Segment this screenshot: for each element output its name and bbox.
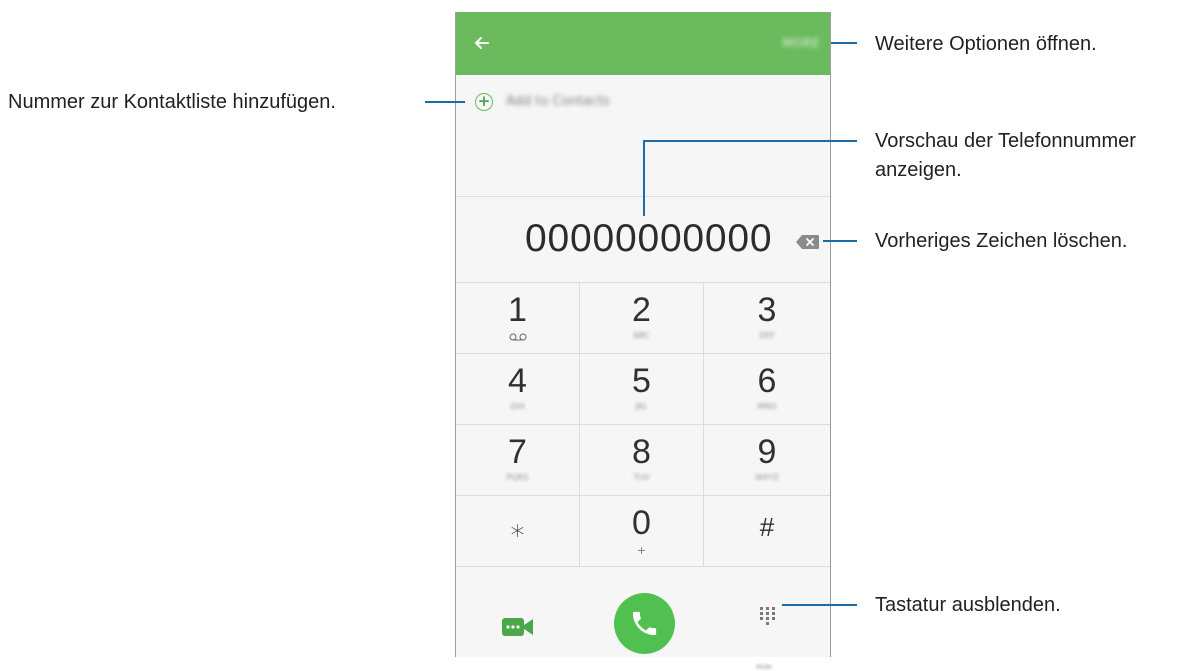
key-letters: GHI (510, 402, 525, 411)
backspace-icon[interactable] (795, 234, 820, 250)
callout-line (823, 240, 857, 242)
key-6[interactable]: 6 MNO (704, 354, 830, 425)
callout-line (425, 101, 465, 103)
key-letters: JKL (635, 402, 648, 411)
key-digit: 2 (632, 291, 651, 329)
key-letters: ABC (633, 331, 650, 340)
key-3[interactable]: 3 DEF (704, 283, 830, 354)
app-bar: MORE (456, 12, 830, 75)
add-to-contacts-button[interactable]: + Add to Contacts (456, 88, 830, 118)
callout-hide-keypad: Tastatur ausblenden. (875, 594, 1061, 616)
video-call-icon[interactable] (501, 616, 535, 638)
callout-delete-char: Vorheriges Zeichen löschen. (875, 230, 1128, 252)
key-star[interactable]: ⁎ (456, 496, 580, 567)
key-letters: + (636, 544, 647, 557)
callout-more-options: Weitere Optionen öffnen. (875, 33, 1097, 55)
hide-keypad-label: Hide (756, 663, 772, 671)
more-button[interactable]: MORE (782, 36, 820, 50)
dialer-actions: Hide (456, 568, 830, 671)
key-digit: 4 (508, 362, 527, 400)
key-2[interactable]: 2 ABC (580, 283, 704, 354)
key-8[interactable]: 8 TUV (580, 425, 704, 496)
key-letters: DEF (759, 331, 775, 340)
dialpad-icon (760, 607, 775, 625)
key-digit: 6 (757, 362, 777, 400)
callout-preview-line1: Vorschau der Telefonnummer (875, 130, 1136, 152)
key-hash[interactable]: # (704, 496, 830, 567)
key-letters: MNO (757, 402, 777, 411)
key-digit: 7 (508, 433, 527, 471)
voicemail-icon (456, 331, 579, 344)
key-digit: ⁎ (510, 511, 525, 542)
key-digit: 0 (632, 504, 651, 542)
callout-line (782, 604, 857, 606)
key-digit: 9 (757, 433, 777, 471)
hide-keypad-button[interactable]: Hide (756, 605, 780, 671)
key-letters: PQRS (506, 473, 529, 482)
key-4[interactable]: 4 GHI (456, 354, 580, 425)
callout-line (831, 42, 857, 44)
dialer-screen: MORE + Add to Contacts 00000000000 1 2 A… (455, 12, 831, 671)
key-letters: WXYZ (755, 473, 779, 482)
key-digit: 1 (508, 291, 527, 329)
add-to-contacts-label: Add to Contacts (506, 94, 610, 109)
arrow-left-icon[interactable] (472, 33, 492, 53)
key-digit: 3 (757, 291, 777, 329)
key-digit: 5 (632, 362, 651, 400)
key-5[interactable]: 5 JKL (580, 354, 704, 425)
key-7[interactable]: 7 PQRS (456, 425, 580, 496)
key-9[interactable]: 9 WXYZ (704, 425, 830, 496)
phone-number-preview: 00000000000 (525, 217, 773, 260)
plus-circle-icon: + (475, 93, 493, 111)
key-0[interactable]: 0 + (580, 496, 704, 567)
callout-line (643, 140, 857, 142)
call-button[interactable] (614, 593, 675, 654)
key-digit: 8 (632, 433, 651, 471)
callout-add-contact: Nummer zur Kontaktliste hinzufügen. (8, 91, 336, 113)
key-digit: # (759, 512, 775, 542)
callout-line (643, 140, 645, 216)
key-letters: TUV (633, 473, 650, 482)
callout-preview-line2: anzeigen. (875, 159, 962, 181)
phone-icon (632, 611, 657, 636)
dial-keypad: 1 2 ABC 3 DEF 4 GHI 5 JKL 6 MNO 7 PQRS 8… (456, 282, 830, 568)
key-1[interactable]: 1 (456, 283, 580, 354)
